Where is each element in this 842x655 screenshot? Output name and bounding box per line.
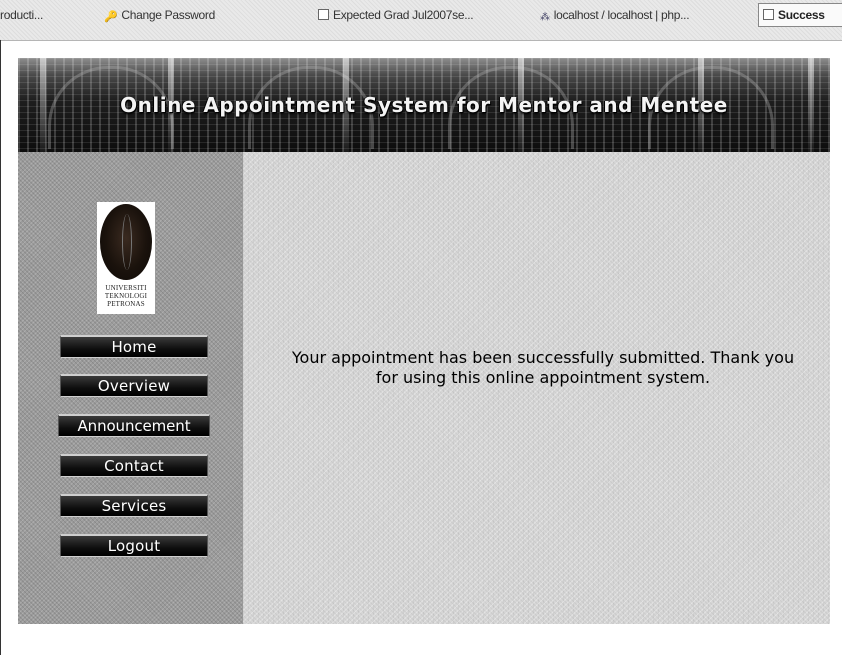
logo-emblem-icon — [100, 204, 152, 280]
nav-logout-button[interactable]: Logout — [60, 534, 208, 557]
browser-tab-phpmyadmin[interactable]: ⁂ localhost / localhost | php... — [540, 4, 740, 26]
browser-tab-change-password[interactable]: 🔑 Change Password — [104, 4, 234, 26]
site-title: Online Appointment System for Mentor and… — [120, 93, 728, 117]
tab-label: Success — [778, 8, 825, 22]
logo-text: UNIVERSITI TEKNOLOGI PETRONAS — [97, 284, 155, 308]
tab-label: Change Password — [121, 8, 215, 22]
key-icon: 🔑 — [104, 11, 118, 23]
browser-tab-expected-grad[interactable]: Expected Grad Jul2007se... — [318, 4, 498, 26]
browser-tab-productivity[interactable]: roducti... — [0, 4, 64, 26]
university-logo: UNIVERSITI TEKNOLOGI PETRONAS — [97, 202, 155, 314]
main-content: Your appointment has been successfully s… — [243, 152, 830, 624]
tab-label: localhost / localhost | php... — [553, 8, 690, 22]
logo-line: UNIVERSITI — [105, 284, 147, 292]
nav-home-button[interactable]: Home — [60, 335, 208, 358]
nav-announcement-button[interactable]: Announcement — [58, 414, 210, 437]
tab-label: roducti... — [0, 8, 44, 22]
page-icon — [318, 9, 329, 20]
window-edge — [0, 40, 1, 655]
php-icon: ⁂ — [540, 12, 550, 23]
browser-tab-success[interactable]: Success — [758, 3, 842, 27]
header-banner: Online Appointment System for Mentor and… — [18, 58, 830, 152]
logo-line: TEKNOLOGI — [104, 292, 148, 300]
success-message: Your appointment has been successfully s… — [291, 348, 795, 387]
sidebar: UNIVERSITI TEKNOLOGI PETRONAS Home Overv… — [18, 152, 243, 624]
web-page: Online Appointment System for Mentor and… — [18, 58, 830, 624]
browser-tab-strip: roducti... 🔑 Change Password Expected Gra… — [0, 0, 842, 41]
nav-overview-button[interactable]: Overview — [60, 374, 208, 397]
logo-line: PETRONAS — [107, 300, 145, 308]
nav-services-button[interactable]: Services — [60, 494, 208, 517]
page-icon — [763, 9, 774, 20]
nav-contact-button[interactable]: Contact — [60, 454, 208, 477]
tab-label: Expected Grad Jul2007se... — [333, 8, 474, 22]
